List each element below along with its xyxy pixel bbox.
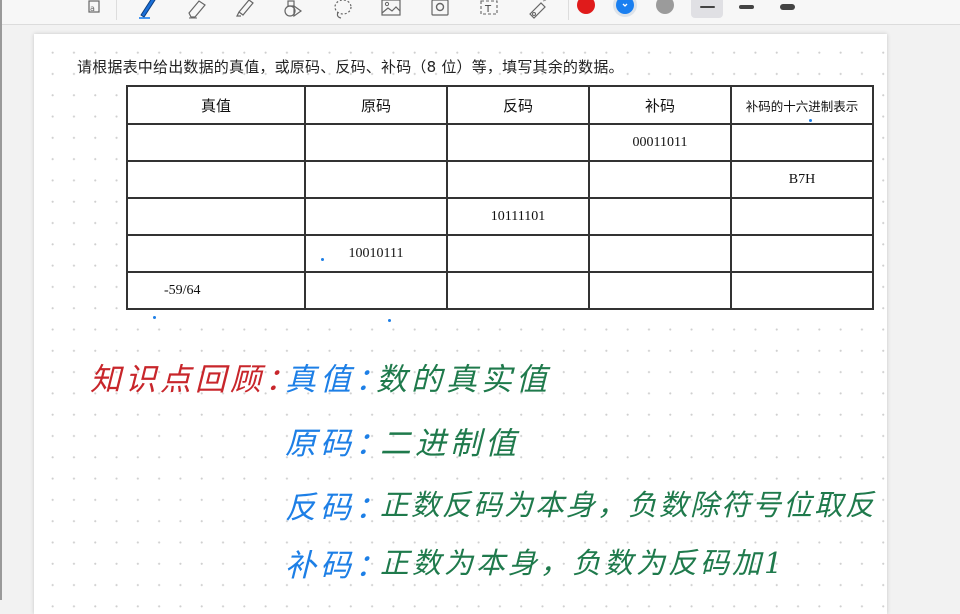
table-cell: 10010111 [304, 234, 448, 273]
laser-pointer-icon [529, 0, 547, 19]
annotation-toolbar: a T [2, 0, 960, 25]
table-cell [730, 234, 874, 273]
ink-dot [321, 258, 324, 261]
table-cell [126, 160, 306, 199]
table-cell [304, 123, 448, 162]
ink-dot [809, 119, 812, 122]
note-term-true-value: 真值： [285, 362, 390, 398]
table-cell [126, 123, 306, 162]
stroke-medium-button[interactable] [730, 0, 762, 18]
window-edge [0, 0, 2, 600]
table-cell [588, 160, 732, 199]
table-cell [730, 123, 874, 162]
shapes-tool-button[interactable] [279, 0, 307, 20]
text-box-button[interactable]: T [475, 0, 503, 20]
header-twos-complement-hex: 补码的十六进制表示 [730, 85, 874, 125]
stroke-thin-icon [699, 6, 715, 8]
highlighter-tool-button[interactable] [231, 0, 259, 20]
table-cell: 10111101 [446, 197, 590, 236]
eraser-icon [188, 0, 206, 19]
note-term-sign-magnitude: 原码： [285, 426, 390, 462]
stroke-thick-icon [779, 4, 795, 10]
chevron-down-icon [622, 3, 628, 7]
svg-text:a: a [90, 4, 95, 13]
header-true-value: 真值 [126, 85, 306, 125]
encoding-table: 真值 原码 反码 补码 补码的十六进制表示 00011011 B7H 10111… [126, 85, 874, 310]
table-cell [446, 271, 590, 310]
insert-image-button[interactable] [377, 0, 405, 20]
color-red-swatch[interactable] [577, 0, 595, 14]
stroke-thin-button[interactable] [691, 0, 723, 18]
toolbar-divider [116, 0, 117, 20]
table-cell [446, 123, 590, 162]
table-cell: -59/64 [126, 271, 306, 310]
highlighter-icon [236, 0, 254, 17]
table-cell [304, 160, 448, 199]
lasso-tool-button[interactable] [329, 0, 357, 20]
table-cell [304, 197, 448, 236]
table-row: B7H [126, 160, 874, 199]
pen-tool-button[interactable] [133, 0, 161, 20]
camera-button[interactable] [426, 0, 454, 20]
table-cell: 00011011 [588, 123, 732, 162]
table-cell [588, 197, 732, 236]
table-row: 10010111 [126, 234, 874, 273]
image-icon [381, 0, 401, 16]
lasso-icon [334, 0, 352, 19]
note-definition-sign-magnitude: 二进制值 [380, 426, 520, 462]
table-row: -59/64 [126, 271, 874, 310]
table-row: 00011011 [126, 123, 874, 162]
color-gray-swatch[interactable] [656, 0, 674, 14]
notebook-page[interactable]: 请根据表中给出数据的真值，或原码、反码、补码（8 位）等，填写其余的数据。 真值… [34, 34, 887, 614]
note-definition-ones-complement: 正数反码为本身，负数除符号位取反 [380, 488, 877, 522]
table-cell [126, 197, 306, 236]
color-blue-swatch[interactable] [616, 0, 634, 14]
ink-dot [153, 316, 156, 319]
laser-pointer-button[interactable] [523, 0, 551, 20]
shapes-icon [284, 0, 303, 18]
instruction-text: 请根据表中给出数据的真值，或原码、反码、补码（8 位）等，填写其余的数据。 [77, 58, 624, 76]
table-header-row: 真值 原码 反码 补码 补码的十六进制表示 [126, 85, 874, 125]
table-cell: B7H [730, 160, 874, 199]
header-twos-complement: 补码 [588, 85, 732, 125]
note-definition-twos-complement: 正数为本身，负数为反码加1 [380, 546, 786, 580]
table-cell [730, 197, 874, 236]
table-cell [588, 271, 732, 310]
svg-text:T: T [484, 4, 492, 15]
read-aloud-icon: a [88, 0, 100, 13]
table-cell [446, 234, 590, 273]
pen-icon [139, 0, 156, 19]
ink-dot [388, 319, 391, 322]
table-cell [588, 234, 732, 273]
header-ones-complement: 反码 [446, 85, 590, 125]
read-aloud-button[interactable]: a [80, 0, 108, 20]
stroke-medium-icon [738, 5, 754, 9]
table-cell [446, 160, 590, 199]
note-definition-true-value: 数的真实值 [376, 362, 551, 398]
notes-heading: 知识点回顾： [90, 362, 300, 398]
note-term-twos-complement: 补码： [285, 548, 390, 584]
stroke-thick-button[interactable] [771, 0, 803, 18]
table-cell [126, 234, 306, 273]
text-box-icon: T [480, 0, 498, 15]
toolbar-divider [568, 0, 569, 20]
note-term-ones-complement: 反码： [285, 490, 390, 526]
table-row: 10111101 [126, 197, 874, 236]
table-cell [730, 271, 874, 310]
eraser-tool-button[interactable] [182, 0, 210, 20]
camera-icon [431, 0, 449, 16]
header-sign-magnitude: 原码 [304, 85, 448, 125]
table-cell [304, 271, 448, 310]
